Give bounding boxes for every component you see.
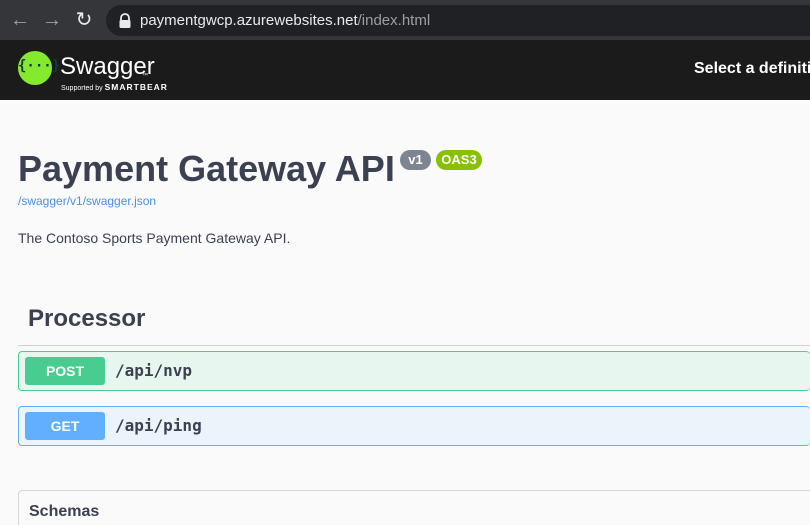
method-badge-get: GET: [25, 412, 105, 440]
url-path: /index.html: [357, 12, 431, 29]
url-text: paymentgwcp.azurewebsites.net/index.html: [140, 12, 430, 29]
url-host: paymentgwcp.azurewebsites.net: [140, 12, 358, 29]
api-title: Payment Gateway API: [18, 148, 395, 189]
trademark-mark: ™: [142, 73, 148, 79]
lock-icon: [119, 13, 131, 28]
schemas-section[interactable]: Schemas: [18, 490, 810, 525]
operation-post-api-nvp[interactable]: POST /api/nvp: [18, 351, 810, 391]
reload-icon[interactable]: ↻: [72, 8, 96, 32]
browser-toolbar: ← → ↻ paymentgwcp.azurewebsites.net/inde…: [0, 0, 810, 40]
api-description: The Contoso Sports Payment Gateway API.: [18, 230, 291, 246]
oas-badge: OAS3: [436, 150, 482, 170]
swagger-logo-text: Swagger: [60, 53, 155, 80]
version-badge: v1: [400, 150, 431, 170]
address-bar[interactable]: paymentgwcp.azurewebsites.net/index.html: [106, 5, 810, 36]
smartbear-label: SMARTBEAR: [104, 82, 168, 92]
forward-arrow-icon[interactable]: →: [40, 8, 64, 32]
operation-path: /api/ping: [115, 416, 202, 435]
swagger-topbar: {···} Swagger ™ Supported by SMARTBEAR S…: [0, 40, 810, 100]
swagger-logo-icon[interactable]: {···}: [18, 51, 61, 85]
tag-title-processor[interactable]: Processor: [28, 305, 145, 333]
back-arrow-icon[interactable]: ←: [8, 8, 32, 32]
supported-by-text: Supported by SMARTBEAR: [61, 82, 168, 92]
swagger-logo-mark: {···}: [18, 58, 61, 74]
schemas-title[interactable]: Schemas: [29, 503, 99, 521]
tag-divider: [18, 345, 810, 346]
operation-path: /api/nvp: [115, 361, 193, 380]
operation-get-api-ping[interactable]: GET /api/ping: [18, 406, 810, 446]
method-badge-post: POST: [25, 357, 105, 385]
swagger-json-link[interactable]: /swagger/v1/swagger.json: [18, 194, 156, 208]
select-definition-label: Select a definition: [694, 60, 810, 77]
supported-by-label: Supported by: [61, 85, 103, 92]
